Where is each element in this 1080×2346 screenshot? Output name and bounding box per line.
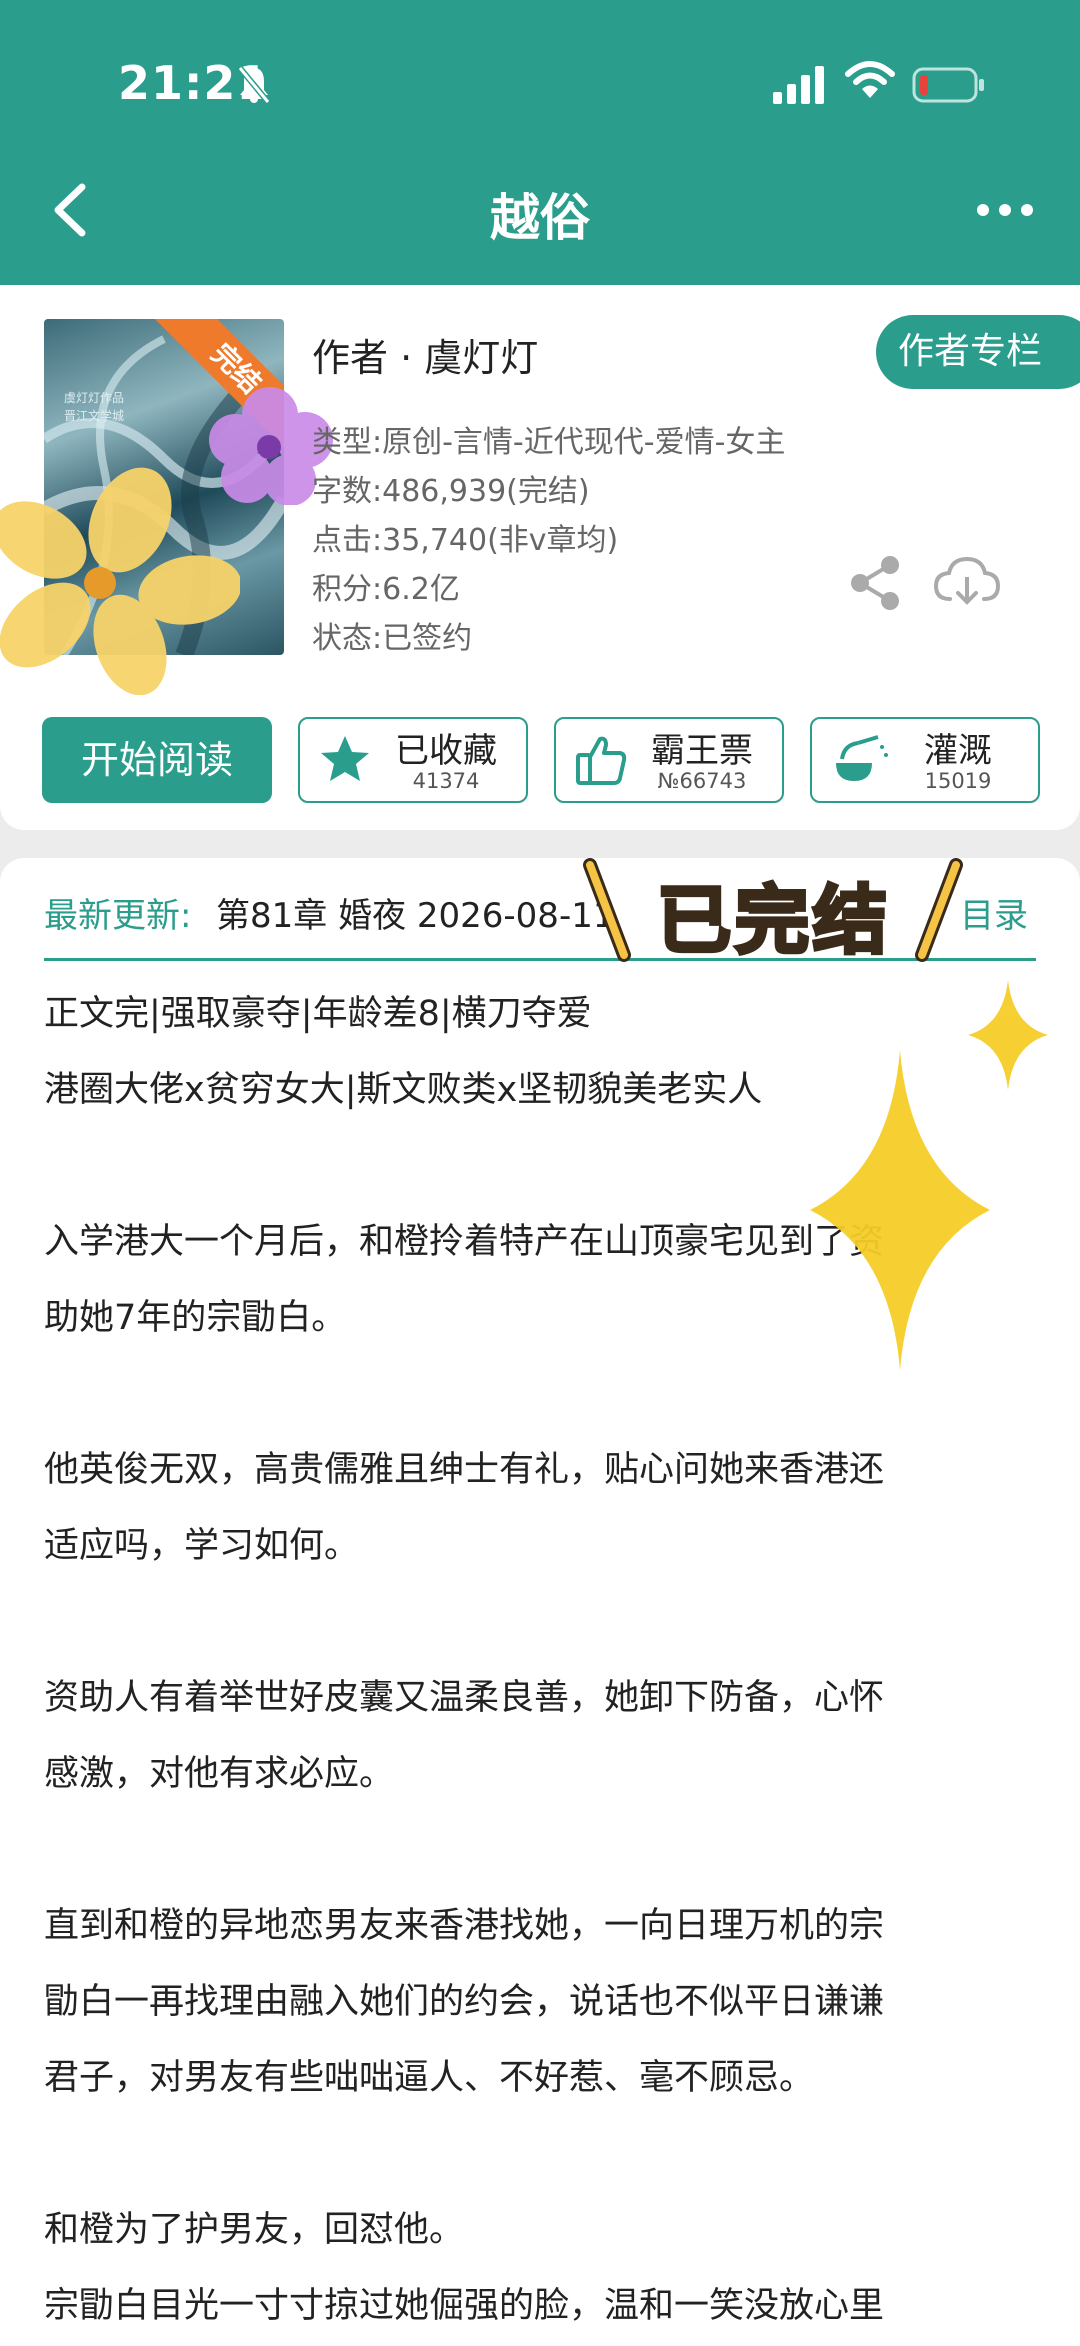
ticket-label: 霸王票 bbox=[651, 731, 753, 771]
battery-icon bbox=[912, 67, 984, 103]
synopsis-line: 直到和橙的异地恋男友来香港找她，一向日理万机的宗 bbox=[44, 1906, 885, 1946]
ticket-count: №66743 bbox=[657, 769, 747, 793]
download-cloud-icon[interactable] bbox=[932, 553, 1002, 609]
book-genre: 类型:原创-言情-近代现代-爱情-女主 bbox=[312, 425, 786, 460]
synopsis-line: 资助人有着举世好皮囊又温柔良善，她卸下防备，心怀 bbox=[44, 1678, 885, 1718]
watering-can-icon bbox=[836, 735, 888, 781]
top-bar: 21:21 越俗 bbox=[0, 0, 1080, 285]
sparkle-large-icon bbox=[810, 1050, 990, 1370]
collect-button[interactable]: 已收藏 41374 bbox=[298, 717, 528, 803]
page-title: 越俗 bbox=[490, 189, 590, 247]
table-of-contents-link[interactable]: 目录 bbox=[960, 888, 1028, 937]
yellow-flower-sticker bbox=[0, 467, 240, 695]
latest-chapter-link[interactable]: 第81章 婚夜 2026-08-11 bbox=[216, 888, 614, 937]
bawang-ticket-button[interactable]: 霸王票 №66743 bbox=[554, 717, 784, 803]
book-info-card: 虞灯灯作品 晋江文学城 完结 作者 · 虞灯灯 作者专栏 类型:原创-言情-近代… bbox=[0, 285, 1080, 830]
synopsis-line: 君子，对男友有些咄咄逼人、不好惹、毫不顾忌。 bbox=[44, 2058, 815, 2098]
author-column-button[interactable]: 作者专栏 bbox=[876, 315, 1080, 389]
author-name[interactable]: 作者 · 虞灯灯 bbox=[312, 327, 538, 382]
book-word-count: 字数:486,939(完结) bbox=[312, 474, 590, 509]
book-status: 状态:已签约 bbox=[312, 621, 473, 656]
share-icon[interactable] bbox=[848, 555, 904, 611]
synopsis-line: 勖白一再找理由融入她们的约会，说话也不似平日谦谦 bbox=[44, 1982, 885, 2022]
synopsis-line: 宗勖白目光一寸寸掠过她倔强的脸，温和一笑没放心里 bbox=[44, 2286, 885, 2326]
book-points: 积分:6.2亿 bbox=[312, 572, 460, 607]
synopsis-line: 感激，对他有求必应。 bbox=[44, 1754, 395, 1794]
completed-sticker-text: 已完结 bbox=[655, 876, 891, 966]
synopsis-line: 正文完|强取豪夺|年龄差8|横刀夺爱 bbox=[44, 994, 592, 1034]
cover-text: 虞灯灯作品 晋江文学城 bbox=[64, 391, 125, 423]
water-button[interactable]: 灌溉 15019 bbox=[810, 717, 1040, 803]
collect-label: 已收藏 bbox=[395, 731, 497, 771]
signal-icon bbox=[773, 66, 824, 104]
sparkle-small-icon bbox=[968, 980, 1048, 1090]
star-icon bbox=[321, 736, 369, 781]
wifi-icon bbox=[845, 61, 895, 98]
latest-update-label: 最新更新: bbox=[44, 896, 192, 936]
bell-muted-icon bbox=[237, 66, 271, 104]
synopsis-line: 他英俊无双，高贵儒雅且绅士有礼，贴心问她来香港还 bbox=[44, 1450, 885, 1490]
book-clicks: 点击:35,740(非v章均) bbox=[312, 523, 619, 558]
synopsis-line: 和橙为了护男友，回怼他。 bbox=[44, 2210, 465, 2250]
thumbs-up-icon bbox=[576, 736, 627, 785]
synopsis-line: 适应吗，学习如何。 bbox=[44, 1526, 360, 1566]
more-options-icon[interactable] bbox=[975, 190, 1035, 230]
water-label: 灌溉 bbox=[924, 731, 992, 771]
collect-count: 41374 bbox=[412, 769, 480, 793]
water-count: 15019 bbox=[924, 769, 992, 793]
completed-sticker: 已完结 bbox=[578, 855, 968, 966]
action-row: 开始阅读 已收藏 41374 霸王票 №66743 灌溉 15019 bbox=[0, 717, 1080, 803]
start-reading-button[interactable]: 开始阅读 bbox=[42, 717, 272, 803]
